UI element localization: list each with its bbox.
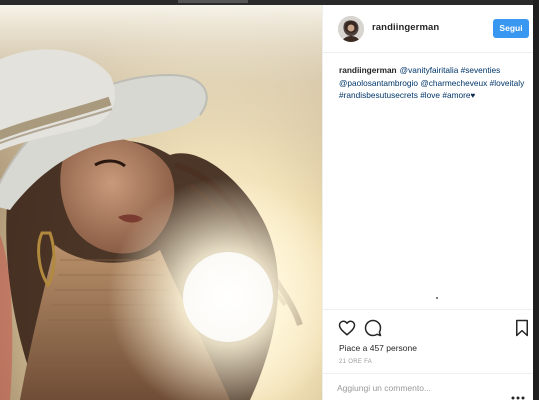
post-header: randiingerman Segui	[323, 5, 534, 53]
caption-tag[interactable]: @charmecheveux	[420, 78, 487, 88]
avatar[interactable]	[338, 16, 364, 42]
caption-tag[interactable]: #amore	[442, 90, 470, 100]
heart-emoji-icon: ♥	[470, 91, 476, 101]
instagram-post-modal: randiingerman Segui randiingerman @vanity…	[0, 5, 534, 400]
post-photo[interactable]	[0, 5, 322, 400]
save-button[interactable]	[513, 319, 531, 337]
post-timestamp[interactable]: 21 ORE FA	[339, 359, 372, 365]
avatar-image	[338, 16, 364, 42]
post-photo-illustration	[0, 5, 322, 400]
post-sidebar: randiingerman Segui randiingerman @vanity…	[322, 5, 534, 400]
bookmark-icon	[516, 319, 528, 337]
browser-viewport: randiingerman Segui randiingerman @vanity…	[0, 0, 539, 400]
speech-bubble-icon	[364, 319, 382, 337]
caption-tag[interactable]: #loveitaly	[490, 78, 525, 88]
post-caption: randiingerman @vanityfairitalia #seventie…	[339, 64, 527, 103]
caption-tag[interactable]: #randisbesutusecrets	[339, 90, 418, 100]
caption-tag[interactable]: @paolosantambrogio	[339, 78, 418, 88]
post-username[interactable]: randiingerman	[372, 22, 439, 33]
page-scrollbar[interactable]	[533, 0, 539, 400]
like-button[interactable]	[338, 319, 356, 337]
caption-tag[interactable]: #love	[420, 90, 440, 100]
loading-dot	[436, 297, 438, 299]
window-handle	[178, 0, 248, 3]
caption-author[interactable]: randiingerman	[339, 65, 397, 75]
heart-outline-icon	[338, 320, 356, 336]
caption-tag[interactable]: @vanityfairitalia	[400, 65, 459, 75]
caption-tag[interactable]: #seventies	[461, 65, 501, 75]
post-actions: Piace a 457 persone 21 ORE FA	[323, 309, 534, 400]
likes-count[interactable]: Piace a 457 persone	[339, 343, 417, 353]
comment-input[interactable]	[337, 379, 497, 397]
comment-button[interactable]	[364, 319, 382, 337]
comment-form	[323, 373, 534, 400]
ellipsis-icon	[511, 396, 525, 400]
follow-button[interactable]: Segui	[493, 19, 529, 38]
more-options-button[interactable]	[511, 387, 525, 400]
